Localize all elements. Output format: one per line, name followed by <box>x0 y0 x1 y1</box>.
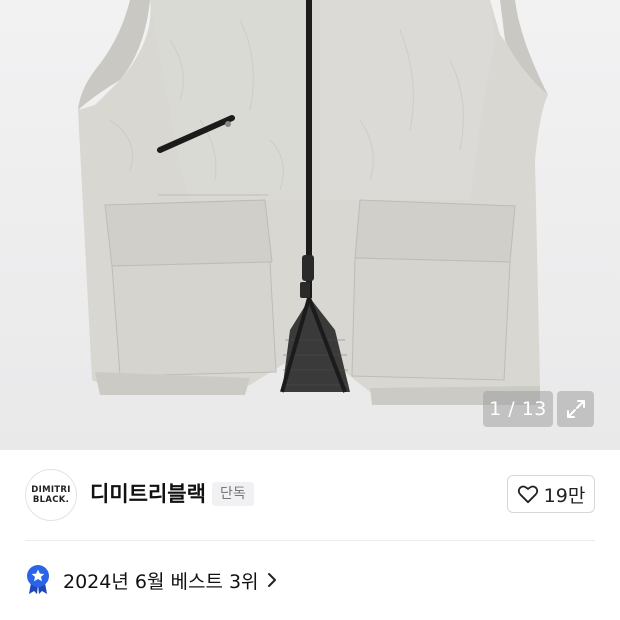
chevron-right-icon <box>267 573 276 587</box>
exclusive-badge: 단독 <box>212 482 254 506</box>
ranking-link[interactable]: 2024년 6월 베스트 3위 <box>25 562 277 598</box>
brand-logo-line2: BLACK. <box>32 495 70 505</box>
divider <box>25 540 595 541</box>
brand-logo-line1: DIMITRI <box>31 485 71 495</box>
like-button[interactable]: 19만 <box>507 475 595 513</box>
vest-product-image <box>78 0 548 405</box>
product-image-gallery[interactable]: 1 / 13 <box>0 0 620 450</box>
expand-button[interactable] <box>557 391 594 427</box>
brand-row: DIMITRI BLACK. 디미트리블랙 단독 19만 <box>0 462 620 528</box>
expand-arrows-icon <box>566 400 585 418</box>
medal-star-icon <box>27 565 49 594</box>
like-count: 19만 <box>543 484 586 507</box>
image-counter: 1 / 13 <box>483 391 553 427</box>
brand-name[interactable]: 디미트리블랙 <box>90 478 206 508</box>
heart-outline-icon <box>517 485 538 504</box>
ranking-text: 2024년 6월 베스트 3위 <box>63 570 259 593</box>
brand-logo[interactable]: DIMITRI BLACK. <box>25 469 77 521</box>
